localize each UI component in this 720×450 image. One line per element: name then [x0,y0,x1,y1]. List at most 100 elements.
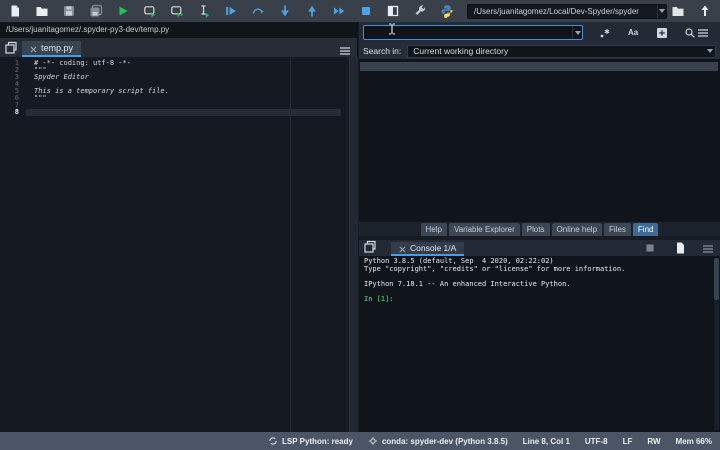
editor-scrollbar[interactable] [349,57,358,432]
console-prompt: In [1]: [364,294,394,303]
right-panel-tab-bar: Help Variable Explorer Plots Online help… [359,222,720,236]
browse-tabs-icon[interactable] [4,41,18,55]
search-in-combobox[interactable]: Current working directory [407,44,716,58]
editor-tab-label: temp.py [41,43,74,53]
regex-icon[interactable] [598,26,611,40]
line-number: 2 [14,66,19,74]
editor-tab-bar: temp.py [0,38,357,57]
working-directory-combobox[interactable]: /Users/juanitagomez/Local/Dev-Spyder/spy… [467,3,667,19]
tab-files[interactable]: Files [604,223,631,236]
tab-help[interactable]: Help [420,223,447,236]
code-line: """ [34,94,47,102]
line-number: 6 [14,94,19,102]
chevron-down-icon[interactable] [705,46,714,57]
console-output[interactable]: Python 3.8.5 (default, Sep 4 2020, 02:22… [364,257,710,432]
python-logo-icon[interactable] [440,4,454,18]
tab-online-help[interactable]: Online help [551,223,603,236]
console-tab[interactable]: Console 1/A [391,242,465,256]
lsp-status[interactable]: LSP Python: ready [268,436,353,446]
lsp-status-icon [269,437,277,445]
status-bar: LSP Python: ready conda: spyder-dev (Pyt… [0,432,720,450]
console-options-menu-icon[interactable] [702,241,714,253]
debug-continue-icon[interactable] [332,4,346,18]
debug-step-into-icon[interactable] [278,4,292,18]
debug-step-return-icon[interactable] [305,4,319,18]
parent-directory-up-arrow-icon[interactable] [698,4,712,18]
advanced-options-icon[interactable] [655,26,668,40]
preferences-wrench-icon[interactable] [413,4,427,18]
close-icon[interactable] [30,45,37,53]
spyder-main-window: /Users/juanitagomez/Local/Dev-Spyder/spy… [0,0,720,450]
open-file-icon[interactable] [35,4,49,18]
line-number: 1 [14,59,19,67]
code-line: # -*- coding: utf-8 -*- [34,59,131,67]
line-number: 7 [14,101,19,109]
debug-stop-icon[interactable] [359,4,373,18]
find-in-files-pane: Aa Search in: Current working directory … [359,22,720,236]
close-icon[interactable] [399,245,406,253]
console-tab-bar: Console 1/A [359,240,720,256]
interpreter-status-text: conda: spyder-dev (Python 3.8.5) [381,436,508,446]
code-editor[interactable]: 1 2 3 4 5 6 7 8 # -*- coding: utf-8 -*- … [0,57,358,432]
permissions-status: RW [647,436,661,446]
search-in-value: Current working directory [413,46,509,56]
working-directory-value: /Users/juanitagomez/Local/Dev-Spyder/spy… [474,6,639,16]
maximize-pane-icon[interactable] [386,4,400,18]
save-file-icon[interactable] [62,4,76,18]
tab-variable-explorer[interactable]: Variable Explorer [448,223,520,236]
editor-tab-temp-py[interactable]: temp.py [22,41,82,57]
run-selection-icon[interactable] [197,4,211,18]
search-icon[interactable] [683,26,696,40]
interrupt-kernel-icon[interactable] [644,241,656,253]
debug-step-over-icon[interactable] [251,4,265,18]
browse-working-directory-folder-icon[interactable] [671,4,685,18]
interpreter-status[interactable]: conda: spyder-dev (Python 3.8.5) [368,436,508,446]
tab-find[interactable]: Find [632,223,659,236]
search-input[interactable] [363,25,584,40]
chevron-down-icon[interactable] [572,26,582,39]
eol-status: LF [622,436,633,446]
new-console-icon[interactable] [674,241,686,254]
search-in-row: Search in: Current working directory [359,43,720,59]
line-number-gutter: 1 2 3 4 5 6 7 8 [0,57,26,432]
run-cell-advance-icon[interactable] [170,4,184,18]
find-results-area[interactable] [359,59,720,222]
save-all-icon[interactable] [89,4,103,18]
run-file-icon[interactable] [116,4,130,18]
chevron-down-icon[interactable] [657,4,666,18]
result-row-highlight [360,62,718,71]
encoding-status: UTF-8 [584,436,608,446]
run-cell-icon[interactable] [143,4,157,18]
search-in-label: Search in: [363,46,402,56]
line-number: 4 [14,80,19,88]
scrollbar-thumb[interactable] [714,258,719,300]
column-ruler-line [290,57,291,432]
editor-file-path: /Users/juanitagomez/.spyder-py3-dev/temp… [0,22,357,38]
code-lines: # -*- coding: utf-8 -*- """ Spyder Edito… [26,60,357,116]
console-line: Type "copyright", "credits" or "license"… [364,264,626,273]
main-toolbar: /Users/juanitagomez/Local/Dev-Spyder/spy… [0,0,720,22]
editor-options-menu-icon[interactable] [339,43,351,55]
code-line: This is a temporary script file. [34,87,169,95]
console-tab-label: Console 1/A [410,243,457,253]
find-options-menu-icon[interactable] [697,26,710,40]
code-line: Spyder Editor [34,73,89,81]
case-sensitive-icon[interactable]: Aa [626,26,639,40]
console-scrollbar[interactable] [714,258,719,430]
console-line: IPython 7.18.1 -- An enhanced Interactiv… [364,279,571,288]
ipython-console-pane: Console 1/A Python 3.8.5 (default, Sep 4… [359,240,720,432]
editor-pane: /Users/juanitagomez/.spyder-py3-dev/temp… [0,22,358,432]
memory-status: Mem 66% [675,436,712,446]
line-number: 3 [14,73,19,81]
find-search-row: Aa [359,22,720,43]
browse-tabs-icon[interactable] [363,240,377,254]
line-number-current: 8 [14,108,19,116]
lsp-status-text: LSP Python: ready [281,436,353,446]
tab-plots[interactable]: Plots [521,223,550,236]
debug-file-icon[interactable] [224,4,238,18]
gear-icon [369,437,377,445]
new-file-icon[interactable] [8,4,22,18]
